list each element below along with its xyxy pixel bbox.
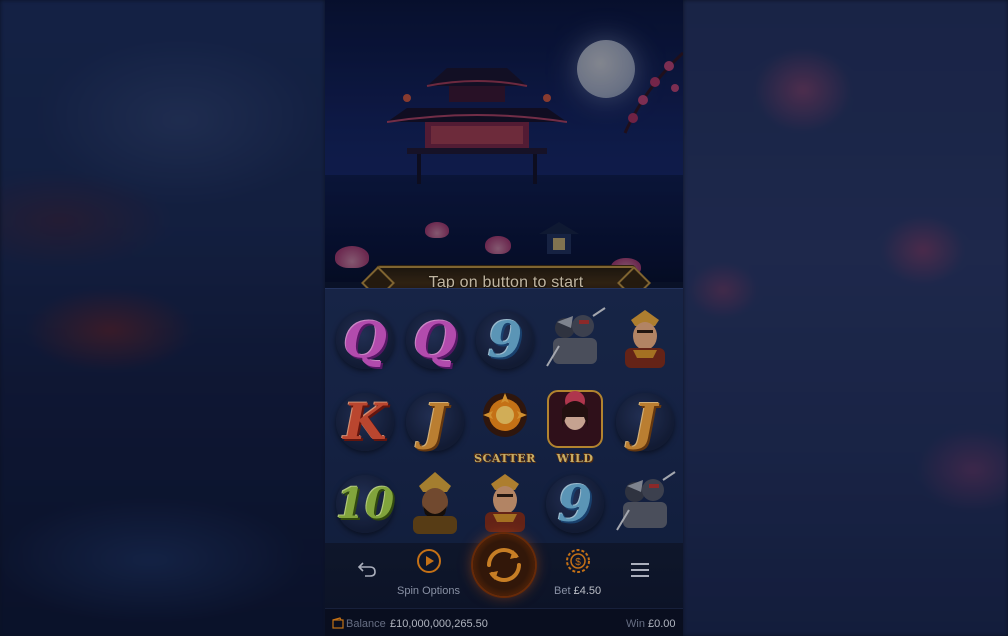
symbol-glyph: J [423, 392, 447, 451]
reel-symbol-warrior-hero [610, 299, 680, 381]
warrior-hero-icon [613, 306, 677, 375]
game-viewport: Tap on button to start Q Q 9 K J SCATTER WILD J… [325, 0, 683, 636]
reel-symbol-scatter: SCATTER [470, 381, 540, 465]
wild-icon [544, 387, 606, 458]
balance-value: £10,000,000,265.50 [390, 618, 488, 630]
symbol-glyph: 10 [335, 479, 395, 528]
pagoda-icon [387, 68, 567, 184]
reel-symbol-10: 10 [330, 463, 400, 545]
symbol-glyph: Q [343, 310, 387, 369]
cherry-blossom-icon [623, 51, 683, 134]
reel-symbol-warrior-hero [470, 463, 540, 545]
lotus-icon [425, 222, 449, 238]
status-bar: Balance £10,000,000,265.50 Win £0.00 [325, 608, 683, 636]
bet-label: Bet [554, 585, 571, 597]
bet-value: £4.50 [573, 585, 602, 597]
reel-symbol-9: 9 [470, 299, 540, 381]
right-background [683, 0, 1008, 636]
spin-icon [487, 548, 521, 582]
reel-symbol-general [400, 463, 470, 545]
win-label: Win [626, 618, 645, 630]
lotus-icon [485, 236, 511, 254]
balance-label: Balance [346, 618, 386, 630]
symbol-glyph: Q [413, 310, 457, 369]
lantern-icon [539, 222, 579, 254]
svg-text:$: $ [575, 557, 581, 568]
symbol-glyph: 9 [557, 474, 593, 533]
symbol-glyph: K [343, 392, 387, 451]
reel-symbol-j: J [400, 381, 470, 463]
spin-options-icon[interactable] [416, 548, 442, 574]
spin-options-label[interactable]: Spin Options [397, 585, 460, 597]
spin-button[interactable] [473, 534, 535, 596]
bet-display[interactable]: Bet £4.50 [554, 585, 601, 597]
reels: Q Q 9 K J SCATTER WILD J 10 9 [325, 288, 683, 544]
reel-grid: Q Q 9 K J SCATTER WILD J 10 9 [330, 299, 680, 545]
menu-icon[interactable] [631, 563, 649, 577]
soldiers-icon [543, 306, 607, 375]
soldiers-icon [613, 470, 677, 539]
lotus-icon [335, 246, 369, 268]
wallet-icon [332, 617, 344, 629]
reel-symbol-9: 9 [540, 463, 610, 545]
symbol-glyph: J [633, 392, 657, 451]
scatter-icon [474, 389, 536, 456]
reel-symbol-k: K [330, 381, 400, 463]
reel-symbol-wild: WILD [540, 381, 610, 465]
warrior-hero-icon [473, 470, 537, 539]
scene-artwork [325, 0, 683, 282]
reel-symbol-q: Q [400, 299, 470, 381]
bet-coin-icon[interactable]: $ [565, 548, 591, 574]
reel-symbol-j: J [610, 381, 680, 463]
general-icon [403, 470, 467, 539]
reel-symbol-soldiers [540, 299, 610, 381]
left-background [0, 0, 325, 636]
win-value: £0.00 [648, 618, 676, 630]
reel-symbol-soldiers [610, 463, 680, 545]
symbol-glyph: 9 [487, 310, 523, 369]
back-arrow-icon[interactable] [357, 560, 377, 578]
reel-symbol-q: Q [330, 299, 400, 381]
control-bar: Spin Options $ Bet £4.50 [325, 534, 683, 608]
